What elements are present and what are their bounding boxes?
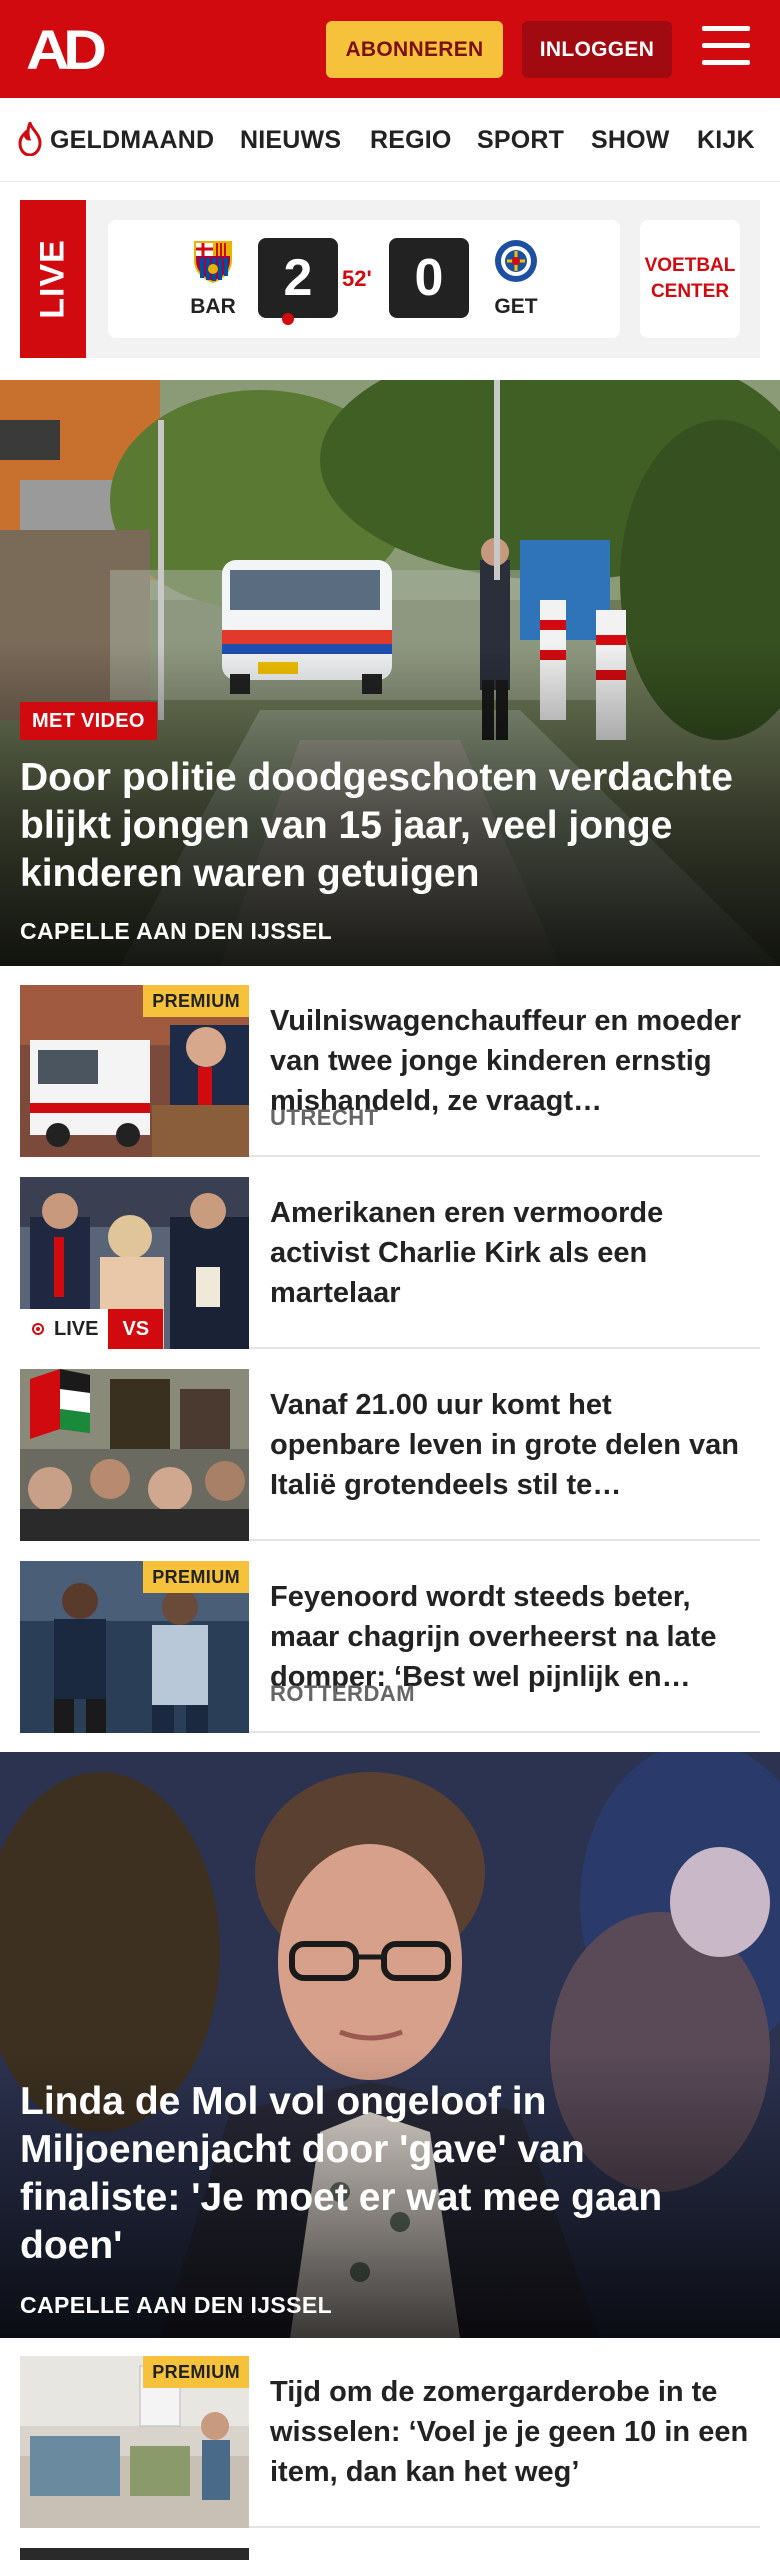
article-thumbnail bbox=[20, 1369, 249, 1541]
article-thumbnail-partial bbox=[20, 2548, 249, 2560]
nav-item-regio[interactable]: REGIO bbox=[370, 98, 452, 181]
away-score: 0 bbox=[389, 238, 469, 318]
subscribe-button[interactable]: ABONNEREN bbox=[326, 21, 503, 78]
article-row[interactable]: PREMIUM Vuilniswagenchauffeur en moeder … bbox=[20, 985, 760, 1157]
barcelona-crest-icon bbox=[194, 241, 232, 284]
away-team: GET bbox=[486, 238, 546, 319]
article-row[interactable]: Vanaf 21.00 uur komt het openbare leven … bbox=[20, 1369, 760, 1541]
video-tag: MET VIDEO bbox=[20, 702, 157, 740]
hamburger-menu-icon[interactable] bbox=[702, 26, 750, 70]
match-minute: 52' bbox=[342, 266, 372, 291]
login-button[interactable]: INLOGGEN bbox=[522, 21, 672, 78]
away-team-abbr: GET bbox=[494, 295, 538, 318]
hero-article-2[interactable]: Linda de Mol vol ongeloof in Miljoenenja… bbox=[0, 1752, 780, 2338]
article-thumbnail: PREMIUM bbox=[20, 1561, 249, 1733]
live-vs-badge: LIVE VS bbox=[20, 1309, 164, 1349]
hero-article[interactable]: MET VIDEO Door politie doodgeschoten ver… bbox=[0, 380, 780, 966]
nav-item-sport[interactable]: SPORT bbox=[477, 98, 564, 181]
live-score-widget: LIVE BAR 2 52' 0 GET VOETBAL CENTER bbox=[20, 200, 760, 358]
premium-badge: PREMIUM bbox=[143, 1561, 249, 1593]
ad-logo[interactable]: AD bbox=[26, 22, 107, 78]
article-title[interactable]: Amerikanen eren vermoorde activist Charl… bbox=[270, 1193, 750, 1313]
thumbnail-protest-crowd bbox=[20, 1369, 249, 1541]
flame-icon bbox=[18, 122, 42, 156]
nav-item-kijk[interactable]: KIJK bbox=[697, 98, 755, 181]
article-thumbnail: PREMIUM bbox=[20, 2356, 249, 2528]
nav-item-geldmaand[interactable]: GELDMAAND bbox=[50, 98, 214, 181]
article-title[interactable]: Feyenoord wordt steeds beter, maar chagr… bbox=[270, 1577, 750, 1697]
premium-badge: PREMIUM bbox=[143, 985, 249, 1017]
article-location: ROTTERDAM bbox=[270, 1681, 416, 1706]
article-row[interactable]: PREMIUM Feyenoord wordt steeds beter, ma… bbox=[20, 1561, 760, 1733]
hero2-location: CAPELLE AAN DEN IJSSEL bbox=[20, 2292, 333, 2318]
voetbal-center-line2: CENTER bbox=[650, 281, 730, 302]
top-header: AD ABONNEREN INLOGGEN bbox=[0, 0, 780, 98]
nav-item-show[interactable]: SHOW bbox=[591, 98, 670, 181]
home-team: BAR bbox=[183, 238, 243, 319]
home-team-abbr: BAR bbox=[190, 295, 236, 318]
getafe-crest-icon bbox=[495, 240, 537, 282]
vs-badge-label: VS bbox=[108, 1309, 164, 1349]
hero2-headline[interactable]: Linda de Mol vol ongeloof in Miljoenenja… bbox=[20, 2078, 740, 2270]
article-location: UTRECHT bbox=[270, 1105, 379, 1130]
live-badge-label: LIVE bbox=[20, 1309, 109, 1349]
voetbal-center-line1: VOETBAL bbox=[644, 255, 736, 276]
home-score: 2 bbox=[258, 238, 338, 318]
hero-headline[interactable]: Door politie doodgeschoten verdachte bli… bbox=[20, 754, 765, 898]
live-label: LIVE bbox=[20, 200, 86, 358]
article-thumbnail: LIVE VS bbox=[20, 1177, 249, 1349]
live-indicator-dot bbox=[282, 313, 294, 325]
article-row[interactable]: LIVE VS Amerikanen eren vermoorde activi… bbox=[20, 1177, 760, 1349]
premium-badge: PREMIUM bbox=[143, 2356, 249, 2388]
article-title[interactable]: Tijd om de zomergarderobe in te wisselen… bbox=[270, 2372, 750, 2492]
article-row[interactable]: PREMIUM Tijd om de zomergarderobe in te … bbox=[20, 2356, 760, 2528]
article-title[interactable]: Vuilniswagenchauffeur en moeder van twee… bbox=[270, 1001, 750, 1121]
match-score-card[interactable]: BAR 2 52' 0 GET bbox=[108, 220, 620, 338]
article-thumbnail: PREMIUM bbox=[20, 985, 249, 1157]
article-title[interactable]: Vanaf 21.00 uur komt het openbare leven … bbox=[270, 1385, 750, 1505]
voetbal-center-link[interactable]: VOETBAL CENTER bbox=[640, 220, 740, 338]
section-nav: GELDMAAND NIEUWS REGIO SPORT SHOW KIJK bbox=[0, 98, 780, 182]
hero-location: CAPELLE AAN DEN IJSSEL bbox=[20, 918, 333, 944]
nav-item-nieuws[interactable]: NIEUWS bbox=[240, 98, 341, 181]
